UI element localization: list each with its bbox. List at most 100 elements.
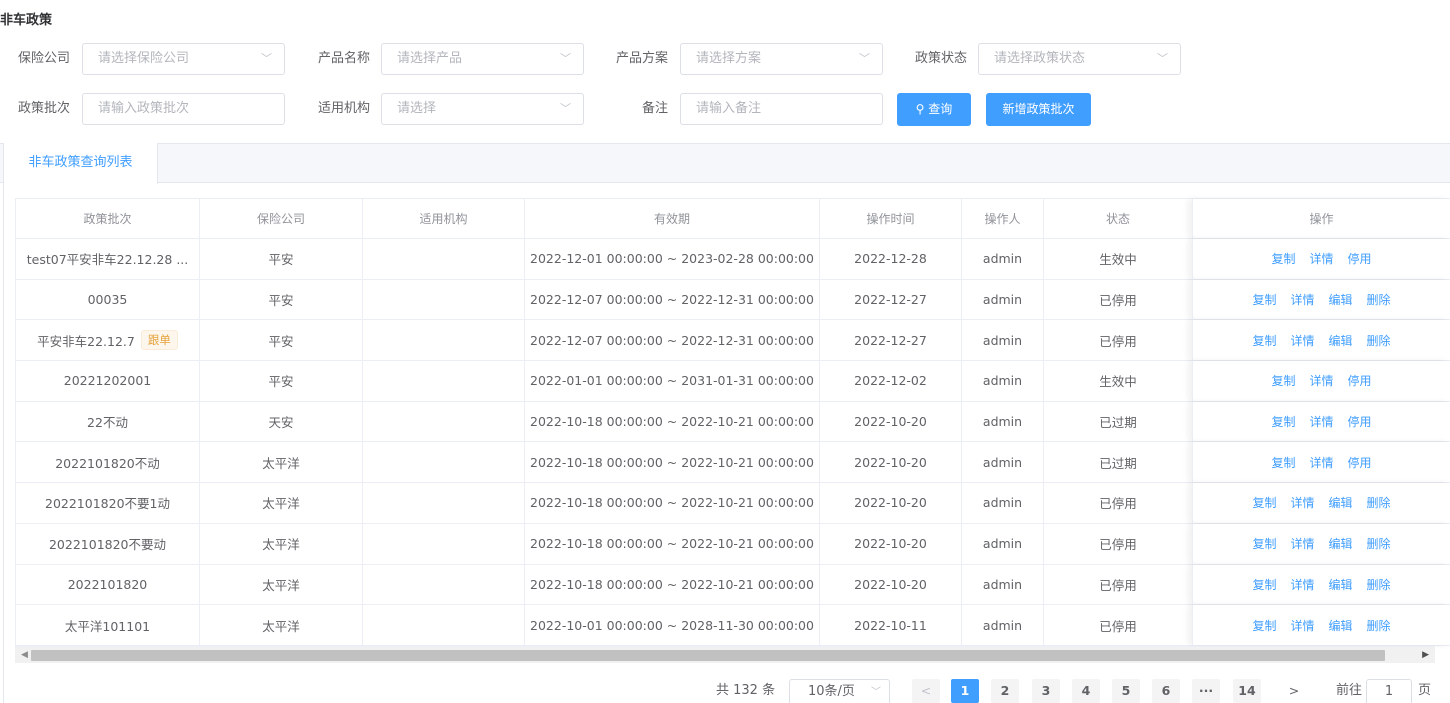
- cell-period: 2022-10-18 00:00:00 ~ 2022-10-21 00:00:0…: [525, 523, 820, 564]
- page-button[interactable]: 4: [1072, 679, 1100, 703]
- copy-link[interactable]: 复制: [1252, 535, 1276, 552]
- prev-page-button[interactable]: <: [912, 679, 940, 703]
- batch-input[interactable]: 请输入政策批次: [82, 93, 285, 125]
- cell-period-text: 2022-10-18 00:00:00 ~ 2022-10-21 00:00:0…: [530, 576, 814, 592]
- copy-link[interactable]: 复制: [1252, 576, 1276, 593]
- plan-select[interactable]: 请选择方案 ﹀: [680, 43, 883, 75]
- detail-link[interactable]: 详情: [1309, 372, 1333, 389]
- copy-link[interactable]: 复制: [1271, 413, 1295, 430]
- edit-link[interactable]: 编辑: [1329, 494, 1353, 511]
- detail-link[interactable]: 详情: [1309, 250, 1333, 267]
- insurer-placeholder: 请选择保险公司: [98, 51, 190, 66]
- status-select[interactable]: 请选择政策状态 ﹀: [978, 43, 1181, 75]
- cell-period: 2022-12-01 00:00:00 ~ 2023-02-28 00:00:0…: [525, 239, 820, 279]
- cell-batch: 太平洋101101: [15, 605, 200, 645]
- cell-insurer: 平安: [200, 320, 363, 361]
- copy-link[interactable]: 复制: [1252, 494, 1276, 511]
- cell-actions: 复制 详情 编辑 删除: [1192, 564, 1450, 605]
- insurer-select[interactable]: 请选择保险公司 ﹀: [82, 43, 285, 75]
- scrollbar-thumb[interactable]: [31, 650, 1385, 661]
- product-select[interactable]: 请选择产品 ﹀: [381, 43, 584, 75]
- page-button[interactable]: 2: [991, 679, 1019, 703]
- plan-label: 产品方案: [615, 51, 668, 66]
- add-policy-batch-button[interactable]: 新增政策批次: [986, 93, 1091, 126]
- delete-link[interactable]: 删除: [1367, 291, 1391, 308]
- scroll-left-arrow-icon[interactable]: ◀: [21, 647, 28, 663]
- disable-link[interactable]: 停用: [1348, 250, 1372, 267]
- cell-time-text: 2022-10-20: [854, 454, 927, 470]
- page-button[interactable]: 14: [1233, 679, 1261, 703]
- cell-time: 2022-12-02: [820, 361, 962, 401]
- detail-link[interactable]: 详情: [1290, 535, 1314, 552]
- next-page-button[interactable]: >: [1280, 679, 1308, 703]
- page-button[interactable]: 6: [1152, 679, 1180, 703]
- tab-policy-list[interactable]: 非车政策查询列表: [3, 143, 158, 184]
- more-pages-button[interactable]: ···: [1192, 679, 1220, 703]
- cell-batch-text: 2022101820不动: [55, 455, 160, 471]
- cell-operator-text: admin: [982, 576, 1023, 592]
- delete-link[interactable]: 删除: [1367, 494, 1391, 511]
- chevron-down-icon: ﹀: [261, 52, 272, 65]
- edit-link[interactable]: 编辑: [1329, 576, 1353, 593]
- edit-link[interactable]: 编辑: [1329, 617, 1353, 634]
- cell-org: [363, 523, 525, 564]
- cell-status-text: 生效中: [1099, 374, 1137, 390]
- table-row: 2022101820不要1动 太平洋 2022-10-18 00:00:00 ~ 2…: [15, 483, 1450, 524]
- delete-link[interactable]: 删除: [1367, 576, 1391, 593]
- cell-batch: 20221202001: [15, 361, 200, 401]
- page-button[interactable]: 1: [951, 679, 979, 703]
- search-button[interactable]: ⚲ 查询: [897, 93, 971, 126]
- copy-link[interactable]: 复制: [1252, 617, 1276, 634]
- page-size-select[interactable]: 10条/页 ﹀: [789, 679, 890, 703]
- detail-link[interactable]: 详情: [1309, 454, 1333, 471]
- edit-link[interactable]: 编辑: [1329, 535, 1353, 552]
- cell-batch: 平安非车22.12.7 跟单: [15, 320, 200, 361]
- cell-insurer-text: 太平洋: [262, 577, 300, 593]
- edit-link[interactable]: 编辑: [1329, 332, 1353, 349]
- copy-link[interactable]: 复制: [1271, 250, 1295, 267]
- horizontal-scrollbar[interactable]: ◀ ▶: [15, 646, 1435, 663]
- cell-time: 2022-10-20: [820, 483, 962, 523]
- page-size-value: 10条/页: [808, 684, 855, 699]
- cell-actions: 复制 详情 停用: [1192, 239, 1450, 279]
- cell-status-text: 已停用: [1099, 496, 1137, 512]
- page-button[interactable]: 3: [1032, 679, 1060, 703]
- cell-batch: 2022101820不要动: [15, 523, 200, 564]
- header-batch: 政策批次: [15, 199, 200, 238]
- edit-link[interactable]: 编辑: [1329, 291, 1353, 308]
- scroll-right-arrow-icon[interactable]: ▶: [1422, 647, 1429, 663]
- cell-period: 2022-10-18 00:00:00 ~ 2022-10-21 00:00:0…: [525, 401, 820, 442]
- copy-link[interactable]: 复制: [1252, 291, 1276, 308]
- cell-time-text: 2022-10-11: [854, 617, 927, 633]
- cell-operator: admin: [962, 361, 1044, 401]
- delete-link[interactable]: 删除: [1367, 617, 1391, 634]
- delete-link[interactable]: 删除: [1367, 535, 1391, 552]
- copy-link[interactable]: 复制: [1271, 454, 1295, 471]
- cell-batch-text: 平安非车22.12.7: [37, 333, 135, 349]
- copy-link[interactable]: 复制: [1252, 332, 1276, 349]
- cell-period-text: 2022-12-07 00:00:00 ~ 2022-12-31 00:00:0…: [530, 292, 814, 308]
- detail-link[interactable]: 详情: [1309, 413, 1333, 430]
- detail-link[interactable]: 详情: [1290, 291, 1314, 308]
- disable-link[interactable]: 停用: [1348, 372, 1372, 389]
- page-button[interactable]: 5: [1112, 679, 1140, 703]
- disable-link[interactable]: 停用: [1348, 413, 1372, 430]
- cell-insurer-text: 天安: [268, 415, 294, 431]
- org-select[interactable]: 请选择 ﹀: [381, 93, 584, 125]
- org-label: 适用机构: [317, 101, 370, 116]
- copy-link[interactable]: 复制: [1271, 372, 1295, 389]
- goto-page-input[interactable]: 1: [1366, 679, 1412, 703]
- delete-link[interactable]: 删除: [1367, 332, 1391, 349]
- detail-link[interactable]: 详情: [1290, 576, 1314, 593]
- cell-batch-text: 2022101820不要动: [48, 537, 167, 553]
- detail-link[interactable]: 详情: [1290, 494, 1314, 511]
- detail-link[interactable]: 详情: [1290, 332, 1314, 349]
- remark-input[interactable]: 请输入备注: [680, 93, 883, 125]
- cell-operator-text: admin: [982, 332, 1023, 348]
- disable-link[interactable]: 停用: [1348, 454, 1372, 471]
- cell-batch-text: 20221202001: [63, 373, 152, 389]
- detail-link[interactable]: 详情: [1290, 617, 1314, 634]
- cell-insurer-text: 平安: [268, 333, 294, 349]
- product-label: 产品名称: [317, 51, 370, 66]
- cell-operator: admin: [962, 239, 1044, 279]
